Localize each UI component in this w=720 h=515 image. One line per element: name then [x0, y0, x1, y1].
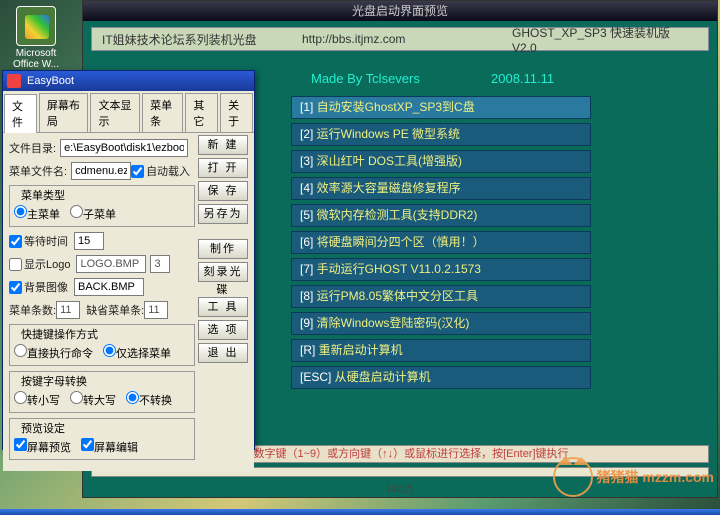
eb-button-8[interactable]: 退 出: [198, 343, 248, 363]
boot-menu-item[interactable]: [ESC] 从硬盘启动计算机: [291, 366, 591, 389]
preview-setting-legend: 预览设定: [18, 420, 68, 436]
file-dir-input[interactable]: [60, 139, 188, 157]
preview-header: IT姐妹技术论坛系列装机光盘 http://bbs.itjmz.com GHOS…: [91, 27, 709, 51]
wait-time-checkbox[interactable]: [9, 235, 22, 248]
tab-4[interactable]: 其它: [185, 93, 218, 132]
preview-title: 光盘启动界面预览: [83, 1, 717, 21]
boot-menu-item[interactable]: [9] 清除Windows登陆密码(汉化): [291, 312, 591, 335]
easyboot-title-text: EasyBoot: [27, 75, 74, 87]
boot-menu-item[interactable]: [3] 深山红叶 DOS工具(增强版): [291, 150, 591, 173]
eb-button-4[interactable]: 制作ISO: [198, 239, 248, 259]
disc-url: http://bbs.itjmz.com: [302, 32, 512, 46]
boot-menu-item[interactable]: [6] 将硬盘瞬间分四个区（慎用！）: [291, 231, 591, 254]
no-convert-radio[interactable]: [126, 391, 139, 404]
disc-name: IT姐妹技术论坛系列装机光盘: [102, 31, 302, 48]
bg-image-checkbox[interactable]: [9, 281, 22, 294]
boot-menu-item[interactable]: [5] 微软内存检测工具(支持DDR2): [291, 204, 591, 227]
tab-5[interactable]: 关于: [220, 93, 253, 132]
menu-type-legend: 菜单类型: [18, 187, 68, 203]
watermark: 猪猪猫 mzzm.com: [553, 457, 714, 497]
easyboot-button-col: 新 建打 开保 存另存为制作ISO 刻录光碟工 具选 项退 出: [198, 135, 248, 363]
eb-button-2[interactable]: 保 存: [198, 181, 248, 201]
disc-version: GHOST_XP_SP3 快速装机版 V2.0: [512, 24, 698, 55]
auto-load-label: 自动载入: [146, 163, 190, 179]
logo-num-input: [150, 255, 170, 273]
tab-2[interactable]: 文本显示: [90, 93, 140, 132]
screen-preview-checkbox[interactable]: [14, 438, 27, 451]
boot-menu-item[interactable]: [1] 自动安装GhostXP_SP3到C盘: [291, 96, 591, 119]
tab-0[interactable]: 文件: [4, 94, 37, 133]
easyboot-dialog: EasyBoot 文件屏幕布局文本显示菜单条其它关于 文件目录: 菜单文件名: …: [2, 70, 255, 450]
boot-menu-item[interactable]: [7] 手动运行GHOST V11.0.2.1573: [291, 258, 591, 281]
office-icon: [16, 6, 56, 46]
direct-exec-radio[interactable]: [14, 344, 27, 357]
eb-button-3[interactable]: 另存为: [198, 204, 248, 224]
to-upper-radio[interactable]: [70, 391, 83, 404]
to-lower-radio[interactable]: [14, 391, 27, 404]
date-label: 2008.11.11: [491, 71, 554, 86]
tab-3[interactable]: 菜单条: [142, 93, 183, 132]
preview-sub: Made By Tclsevers 2008.11.11: [311, 71, 709, 86]
desktop-icon-office[interactable]: Microsoft Office W...: [6, 6, 66, 70]
eb-button-7[interactable]: 选 项: [198, 320, 248, 340]
sub-menu-radio[interactable]: [70, 205, 83, 218]
menu-count-input: [56, 301, 80, 319]
screen-edit-checkbox[interactable]: [81, 438, 94, 451]
easyboot-tabs: 文件屏幕布局文本显示菜单条其它关于: [3, 91, 254, 133]
only-select-radio[interactable]: [103, 344, 116, 357]
author-label: Made By Tclsevers: [311, 71, 491, 86]
easyboot-titlebar[interactable]: EasyBoot: [3, 71, 254, 91]
boot-menu-item[interactable]: [2] 运行Windows PE 微型系统: [291, 123, 591, 146]
easyboot-body: 文件目录: 菜单文件名: 自动载入 菜单类型 主菜单子菜单 等待时间 显示Log…: [3, 133, 254, 471]
key-case-legend: 按键字母转换: [18, 373, 90, 389]
logo-input: [76, 255, 146, 273]
menu-file-label: 菜单文件名:: [9, 163, 67, 179]
eb-button-5[interactable]: 刻录光碟: [198, 262, 248, 282]
hotkey-mode-legend: 快捷键操作方式: [18, 326, 101, 342]
show-logo-checkbox[interactable]: [9, 258, 22, 271]
easyboot-icon: [7, 74, 21, 88]
cat-icon: [553, 457, 593, 497]
taskbar[interactable]: [0, 509, 720, 515]
wait-time-input[interactable]: [74, 232, 104, 250]
auto-load-checkbox[interactable]: [131, 165, 144, 178]
desktop-icon-label: Microsoft Office W...: [6, 48, 66, 70]
eb-button-0[interactable]: 新 建: [198, 135, 248, 155]
bg-image-input[interactable]: [74, 278, 144, 296]
default-menu-input: [144, 301, 168, 319]
eb-button-6[interactable]: 工 具: [198, 297, 248, 317]
boot-menu-item[interactable]: [R] 重新启动计算机: [291, 339, 591, 362]
boot-menu-item[interactable]: [8] 运行PM8.05繁体中文分区工具: [291, 285, 591, 308]
eb-button-1[interactable]: 打 开: [198, 158, 248, 178]
boot-menu-item[interactable]: [4] 效率源大容量磁盘修复程序: [291, 177, 591, 200]
file-dir-label: 文件目录:: [9, 140, 56, 156]
coord-display: (42,2): [387, 484, 413, 495]
menu-file-input[interactable]: [71, 162, 131, 180]
boot-menu: [1] 自动安装GhostXP_SP3到C盘 [2] 运行Windows PE 微…: [291, 96, 591, 389]
tab-1[interactable]: 屏幕布局: [39, 93, 89, 132]
main-menu-radio[interactable]: [14, 205, 27, 218]
